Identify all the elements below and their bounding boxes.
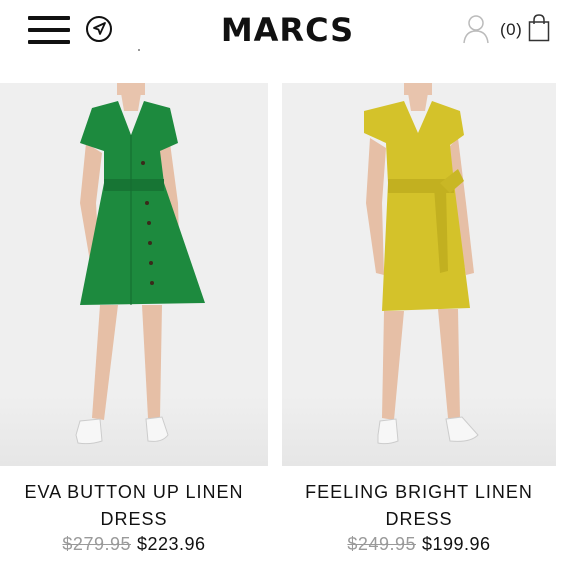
product-name-line: DRESS <box>385 509 453 529</box>
shopping-bag-icon <box>528 14 550 42</box>
product-image[interactable] <box>282 83 556 466</box>
original-price: $249.95 <box>347 534 416 554</box>
cart-count: (0) <box>500 20 523 39</box>
location-arrow-icon[interactable] <box>85 15 113 43</box>
menu-bar <box>28 40 70 44</box>
original-price: $279.95 <box>62 534 131 554</box>
menu-bar <box>28 16 70 20</box>
separator-dot <box>138 49 140 51</box>
site-header: MARCS (0) <box>0 0 580 80</box>
product-image[interactable] <box>0 83 268 466</box>
sale-price: $199.96 <box>422 534 491 554</box>
user-icon[interactable] <box>462 14 490 44</box>
brand-logo[interactable]: MARCS <box>195 11 380 49</box>
product-name-line: EVA BUTTON UP LINEN <box>24 482 244 502</box>
yellow-dress-figure <box>364 83 479 445</box>
green-dress-figure <box>75 83 205 445</box>
product-card[interactable]: FEELING BRIGHT LINEN DRESS $249.95 $199.9… <box>282 83 556 555</box>
product-name[interactable]: EVA BUTTON UP LINEN DRESS <box>0 479 268 533</box>
product-name-line: FEELING BRIGHT LINEN <box>305 482 533 502</box>
hamburger-menu-icon[interactable] <box>28 16 70 44</box>
product-name[interactable]: FEELING BRIGHT LINEN DRESS <box>282 479 556 533</box>
product-price: $279.95 $223.96 <box>0 534 268 555</box>
menu-bar <box>28 28 70 32</box>
product-card[interactable]: EVA BUTTON UP LINEN DRESS $279.95 $223.96 <box>0 83 268 555</box>
sale-price: $223.96 <box>137 534 206 554</box>
product-name-line: DRESS <box>100 509 168 529</box>
product-price: $249.95 $199.96 <box>282 534 556 555</box>
